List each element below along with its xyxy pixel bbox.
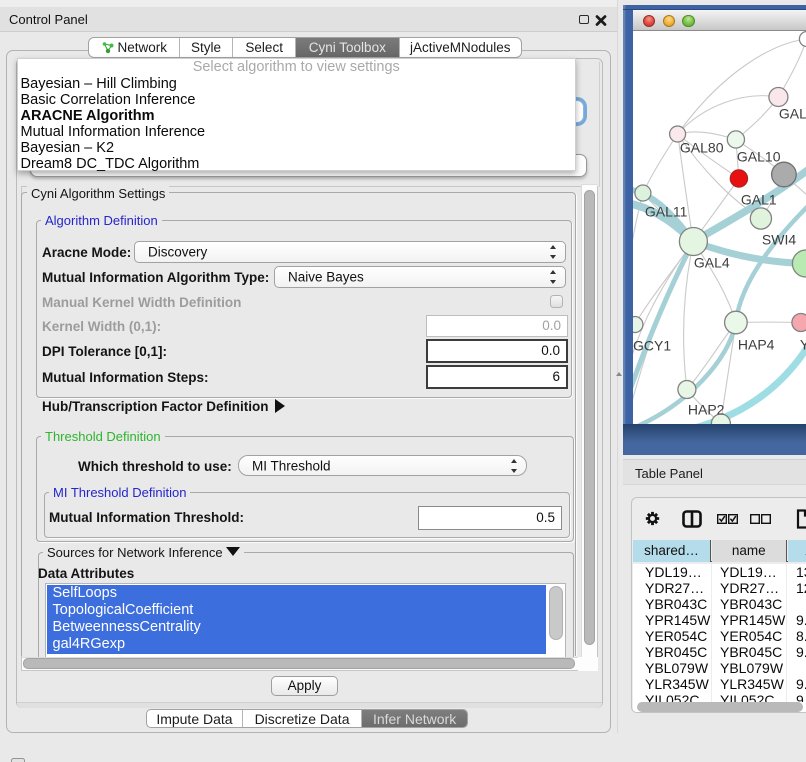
svg-text:GAL1: GAL1 [741, 192, 777, 208]
svg-text:GAL11: GAL11 [645, 204, 688, 220]
svg-text:HAP4: HAP4 [738, 337, 775, 353]
svg-text:Y: Y [800, 337, 806, 353]
svg-text:GAL10: GAL10 [737, 149, 781, 165]
svg-text:SWI4: SWI4 [762, 232, 796, 248]
svg-text:GAL4: GAL4 [694, 255, 730, 271]
svg-text:HAP2: HAP2 [688, 402, 725, 418]
svg-text:GAL2: GAL2 [779, 106, 806, 122]
svg-text:GCY1: GCY1 [633, 338, 671, 354]
svg-text:GAL80: GAL80 [680, 140, 724, 156]
